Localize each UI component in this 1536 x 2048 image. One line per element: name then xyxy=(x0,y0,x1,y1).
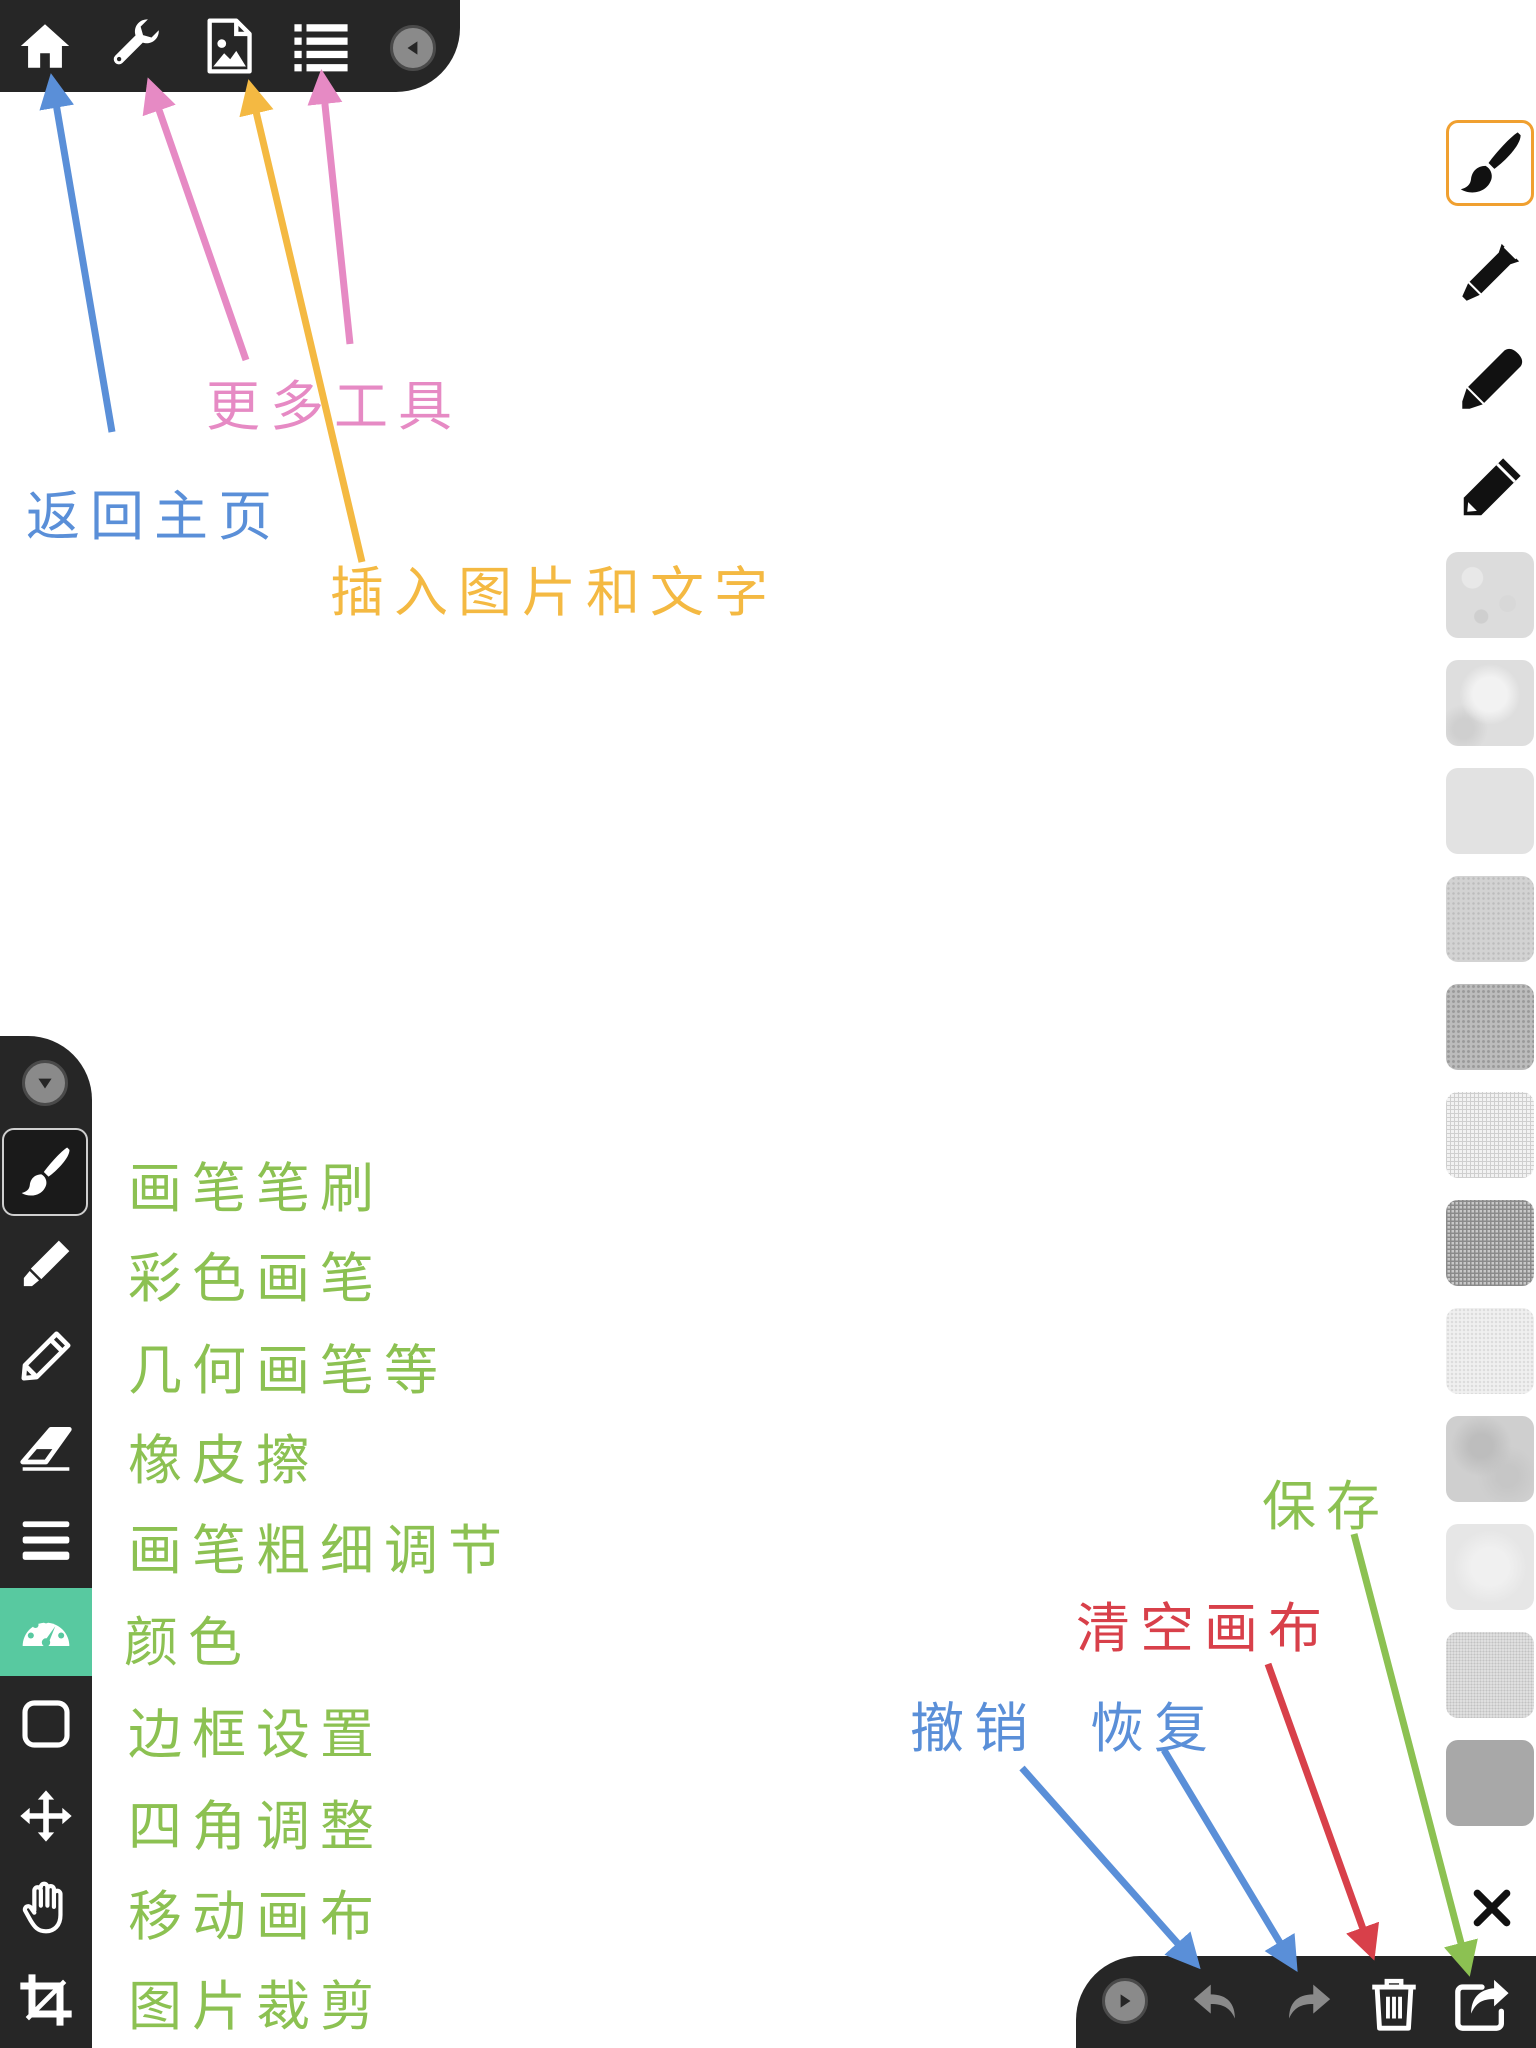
arrow-home xyxy=(39,73,116,433)
pencil-icon xyxy=(1463,458,1521,516)
close-icon xyxy=(1473,1889,1511,1927)
texture-faint[interactable] xyxy=(1446,1524,1534,1610)
paintbrush-icon xyxy=(21,1147,70,1196)
tool-geometry-pen[interactable] xyxy=(0,1312,92,1400)
annotation-insert: 插入图片和文字 xyxy=(330,561,778,624)
tool-brush[interactable] xyxy=(2,1128,88,1216)
brush-option-calligraphy[interactable] xyxy=(1446,230,1534,316)
more-tools-button[interactable] xyxy=(102,6,172,86)
annotation-tool-color-pen: 彩色画笔 xyxy=(128,1247,384,1310)
annotation-tool-corners: 四角调整 xyxy=(128,1795,384,1858)
triangle-right-icon xyxy=(1120,1994,1131,2008)
tool-brush-size[interactable] xyxy=(0,1496,92,1584)
texture-speckled[interactable] xyxy=(1446,552,1534,638)
share-icon xyxy=(1455,1979,1509,2031)
annotation-home: 返回主页 xyxy=(26,485,282,548)
clear-canvas-button[interactable] xyxy=(1358,1968,1430,2040)
undo-icon xyxy=(1193,1984,1235,2019)
texture-light-dots[interactable] xyxy=(1446,1308,1534,1394)
tool-border[interactable] xyxy=(0,1680,92,1768)
insert-image-icon xyxy=(207,18,252,74)
eraser-icon xyxy=(20,1427,72,1471)
triangle-left-icon xyxy=(407,41,418,55)
move-arrows-icon xyxy=(20,1790,72,1842)
annotation-tool-geometry-pen: 几何画笔等 xyxy=(128,1339,448,1402)
arrow-clear xyxy=(1264,1662,1380,1961)
home-icon xyxy=(20,24,70,68)
undo-button[interactable] xyxy=(1182,1968,1254,2040)
annotation-tool-color: 颜色 xyxy=(124,1611,252,1674)
annotation-undo: 撤销 xyxy=(910,1697,1038,1760)
list-button[interactable] xyxy=(286,6,356,86)
hand-icon xyxy=(22,1881,63,1934)
tool-crop[interactable] xyxy=(0,1956,92,2044)
marker-icon xyxy=(23,1240,70,1287)
left-toolbar xyxy=(0,1036,92,2048)
trash-icon xyxy=(1372,1978,1416,2031)
triangle-down-icon xyxy=(38,1078,52,1089)
texture-dark-grain[interactable] xyxy=(1446,984,1534,1070)
annotation-save: 保存 xyxy=(1262,1475,1390,1538)
list-icon xyxy=(294,24,348,72)
brush-option-marker[interactable] xyxy=(1446,338,1534,424)
insert-button[interactable] xyxy=(194,6,264,86)
border-square-icon xyxy=(22,1700,70,1748)
tool-color[interactable] xyxy=(0,1588,92,1676)
close-palette-button[interactable] xyxy=(1466,1882,1518,1934)
tool-move-canvas[interactable] xyxy=(0,1864,92,1952)
annotation-tool-move-canvas: 移动画布 xyxy=(128,1885,384,1948)
texture-fine-mesh[interactable] xyxy=(1446,1092,1534,1178)
arrow-undo xyxy=(1019,1765,1201,1970)
annotation-more-tools: 更多工具 xyxy=(206,375,462,438)
texture-noise[interactable] xyxy=(1446,1632,1534,1718)
texture-smooth-gray[interactable] xyxy=(1446,768,1534,854)
tool-eraser[interactable] xyxy=(0,1404,92,1492)
save-button[interactable] xyxy=(1446,1968,1518,2040)
annotation-tool-brush: 画笔笔刷 xyxy=(128,1157,384,1220)
brush-size-icon xyxy=(22,1521,70,1560)
brush-option-paintbrush[interactable] xyxy=(1446,120,1534,206)
redo-icon xyxy=(1289,1984,1331,2019)
tool-corners[interactable] xyxy=(0,1772,92,1860)
redo-button[interactable] xyxy=(1270,1968,1342,2040)
pencil-icon xyxy=(21,1331,71,1381)
calligraphy-pen-icon xyxy=(1462,243,1520,301)
collapse-top-toolbar-button[interactable] xyxy=(390,25,436,71)
color-gauge-icon xyxy=(22,1617,70,1647)
annotation-redo: 恢复 xyxy=(1090,1697,1218,1760)
annotation-tool-eraser: 橡皮擦 xyxy=(128,1429,320,1492)
tool-color-pen[interactable] xyxy=(0,1220,92,1308)
texture-watercolor[interactable] xyxy=(1446,1416,1534,1502)
arrow-list xyxy=(307,69,354,345)
annotation-tool-crop: 图片裁剪 xyxy=(128,1975,384,2038)
wrench-icon xyxy=(113,19,159,65)
collapse-left-toolbar-button[interactable] xyxy=(22,1060,68,1106)
texture-dark-mesh[interactable] xyxy=(1446,1200,1534,1286)
annotation-clear: 清空画布 xyxy=(1076,1597,1332,1660)
texture-solid-gray[interactable] xyxy=(1446,1740,1534,1826)
annotation-tool-border: 边框设置 xyxy=(128,1703,384,1766)
annotation-tool-brush-size: 画笔粗细调节 xyxy=(128,1519,512,1582)
texture-grain[interactable] xyxy=(1446,876,1534,962)
crop-icon xyxy=(20,1974,72,2026)
arrow-wrench xyxy=(142,77,250,362)
texture-cloudy[interactable] xyxy=(1446,660,1534,746)
arrow-redo xyxy=(1161,1748,1298,1972)
brush-option-pencil[interactable] xyxy=(1446,446,1534,532)
top-toolbar xyxy=(0,0,460,92)
bottom-toolbar xyxy=(1076,1956,1536,2048)
expand-bottom-toolbar-button[interactable] xyxy=(1102,1978,1148,2024)
marker-pen-icon xyxy=(1462,348,1523,409)
home-button[interactable] xyxy=(10,6,80,86)
paintbrush-icon xyxy=(1460,132,1521,193)
